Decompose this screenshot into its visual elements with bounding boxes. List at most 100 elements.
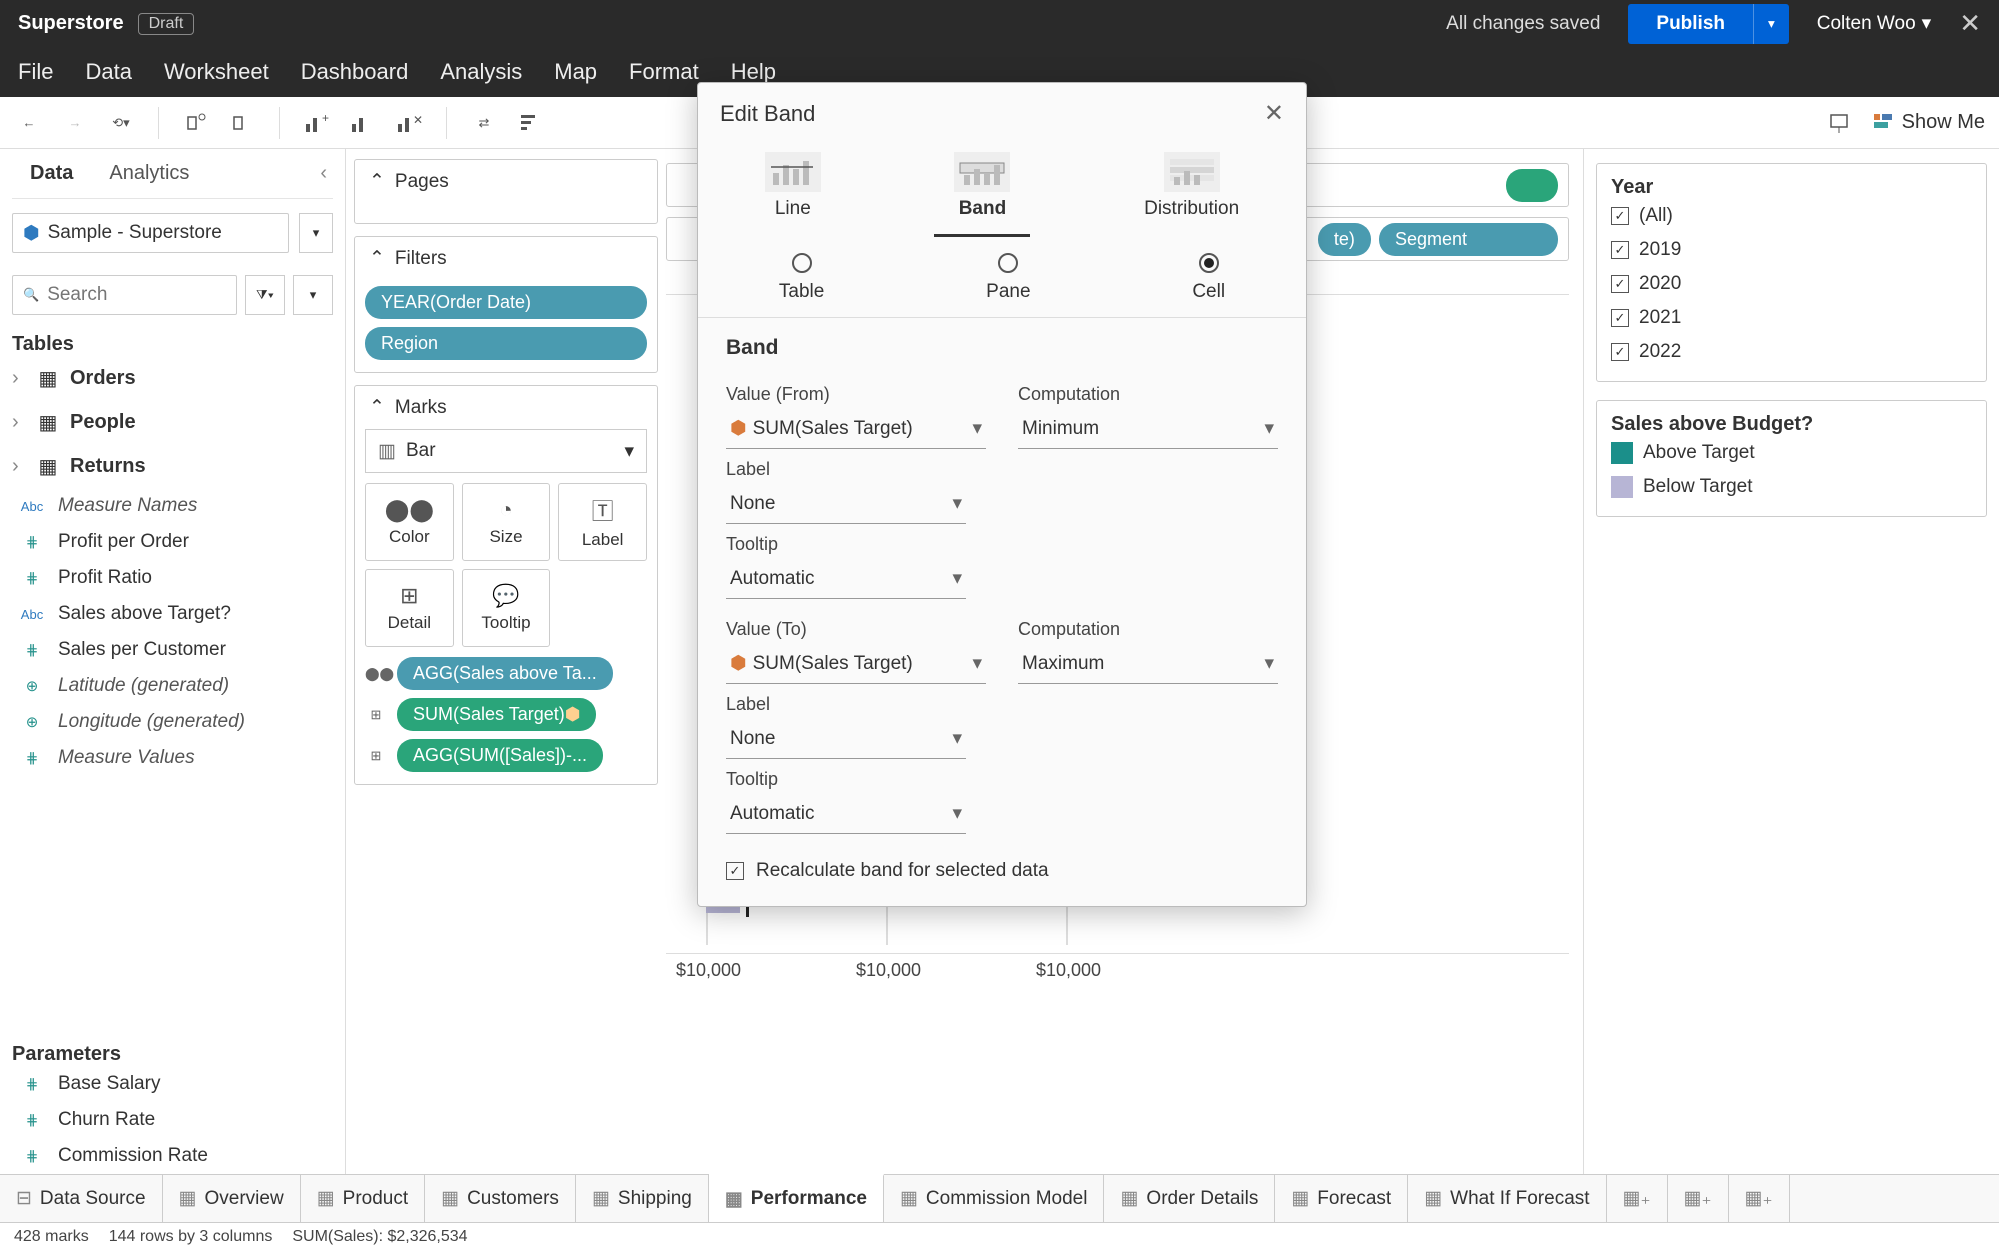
fields-menu-icon[interactable]: ▾ xyxy=(293,275,333,315)
presentation-icon[interactable] xyxy=(1824,108,1854,138)
sheet-tab[interactable]: ▦Commission Model xyxy=(884,1175,1105,1222)
select-computation-from[interactable]: Minimum▾ xyxy=(1018,409,1278,449)
swap-icon[interactable]: ⇄ xyxy=(469,108,499,138)
reftype-line[interactable]: Line xyxy=(745,144,841,237)
forward-icon[interactable]: → xyxy=(60,108,90,138)
back-icon[interactable]: ← xyxy=(14,108,44,138)
color-button[interactable]: ⬤⬤Color xyxy=(365,483,454,561)
filter-fields-icon[interactable]: ⧩▾ xyxy=(245,275,285,315)
scope-cell[interactable]: Cell xyxy=(1192,253,1225,303)
close-icon[interactable]: ✕ xyxy=(1959,8,1981,39)
filters-shelf[interactable]: ⌃Filters YEAR(Order Date)Region xyxy=(354,236,658,373)
menu-map[interactable]: Map xyxy=(554,59,597,85)
year-checkbox[interactable]: ✓2020 xyxy=(1611,267,1972,301)
pages-shelf[interactable]: ⌃Pages xyxy=(354,159,658,224)
sheet-tab[interactable]: ▦Order Details xyxy=(1104,1175,1275,1222)
recalc-checkbox[interactable]: ✓ xyxy=(726,862,744,880)
collapse-sidebar-icon[interactable]: ‹ xyxy=(320,162,333,185)
tooltip-button[interactable]: 💬Tooltip xyxy=(462,569,551,647)
parameter-item[interactable]: ⋕Commission Rate xyxy=(12,1138,333,1174)
sheet-tab[interactable]: ▦Forecast xyxy=(1275,1175,1408,1222)
publish-button[interactable]: Publish xyxy=(1628,4,1753,44)
search-input[interactable] xyxy=(47,284,226,306)
showme-icon[interactable]: Show Me xyxy=(1872,111,1985,134)
dialog-close-icon[interactable]: ✕ xyxy=(1264,99,1284,128)
app-title: Superstore xyxy=(18,12,124,35)
mark-pill[interactable]: AGG(SUM([Sales])-... xyxy=(397,739,603,772)
status-marks: 428 marks xyxy=(14,1228,89,1246)
select-value-from[interactable]: ⬢SUM(Sales Target)▾ xyxy=(726,409,986,449)
mark-pill[interactable]: SUM(Sales Target) ⬢ xyxy=(397,698,596,731)
parameter-item[interactable]: ⋕Base Salary xyxy=(12,1066,333,1102)
select-label-to[interactable]: None▾ xyxy=(726,719,966,759)
datasource-select[interactable]: ⬢ Sample - Superstore xyxy=(12,213,289,253)
mark-pill[interactable]: AGG(Sales above Ta... xyxy=(397,657,613,690)
menu-data[interactable]: Data xyxy=(85,59,131,85)
sheet-tab[interactable]: ▦Product xyxy=(301,1175,425,1222)
field-item[interactable]: ⋕Measure Values xyxy=(12,740,333,776)
select-label-from[interactable]: None▾ xyxy=(726,484,966,524)
select-value-to[interactable]: ⬢SUM(Sales Target)▾ xyxy=(726,644,986,684)
scope-pane[interactable]: Pane xyxy=(986,253,1030,303)
new-worksheet-icon[interactable]: + xyxy=(302,108,332,138)
menu-format[interactable]: Format xyxy=(629,59,699,85)
clear-icon[interactable]: ✕ xyxy=(394,108,424,138)
columns-pill-hidden[interactable] xyxy=(1506,169,1558,202)
field-item[interactable]: ⋕Profit Ratio xyxy=(12,560,333,596)
field-item[interactable]: ⋕Profit per Order xyxy=(12,524,333,560)
sheet-tab[interactable]: ▦Customers xyxy=(425,1175,576,1222)
sheet-tab[interactable]: ▦What If Forecast xyxy=(1408,1175,1606,1222)
publish-dropdown[interactable]: ▾ xyxy=(1753,4,1789,44)
new-datasource-icon[interactable] xyxy=(181,108,211,138)
menu-worksheet[interactable]: Worksheet xyxy=(164,59,269,85)
detail-button[interactable]: ⊞Detail xyxy=(365,569,454,647)
datasource-dropdown[interactable]: ▾ xyxy=(299,213,333,253)
field-item[interactable]: AbcSales above Target? xyxy=(12,596,333,632)
field-item[interactable]: ⊕Latitude (generated) xyxy=(12,668,333,704)
menu-dashboard[interactable]: Dashboard xyxy=(301,59,409,85)
tab-analytics[interactable]: Analytics xyxy=(91,150,207,197)
refresh-icon[interactable] xyxy=(227,108,257,138)
select-computation-to[interactable]: Maximum▾ xyxy=(1018,644,1278,684)
select-tooltip-to[interactable]: Automatic▾ xyxy=(726,794,966,834)
tab-data[interactable]: Data xyxy=(12,150,91,197)
undo-dropdown-icon[interactable]: ⟲▾ xyxy=(106,108,136,138)
sheet-tab[interactable]: ▦Performance xyxy=(709,1174,884,1222)
year-checkbox[interactable]: ✓2021 xyxy=(1611,301,1972,335)
table-returns[interactable]: ›▦Returns xyxy=(12,444,333,488)
scope-table[interactable]: Table xyxy=(779,253,824,303)
new-story-icon[interactable]: ▦₊ xyxy=(1729,1175,1790,1222)
menu-file[interactable]: File xyxy=(18,59,53,85)
table-orders[interactable]: ›▦Orders xyxy=(12,356,333,400)
year-checkbox[interactable]: ✓(All) xyxy=(1611,199,1972,233)
rows-pill-date[interactable]: te) xyxy=(1318,223,1371,256)
duplicate-icon[interactable] xyxy=(348,108,378,138)
user-menu[interactable]: Colten Woo▾ xyxy=(1817,12,1931,35)
label-button[interactable]: 🅃Label xyxy=(558,483,647,561)
field-item[interactable]: ⋕Sales per Customer xyxy=(12,632,333,668)
sheet-icon: ▦ xyxy=(725,1188,743,1211)
sort-icon[interactable] xyxy=(515,108,545,138)
size-button[interactable]: ◔Size xyxy=(462,483,551,561)
field-item[interactable]: ⊕Longitude (generated) xyxy=(12,704,333,740)
new-dashboard-icon[interactable]: ▦₊ xyxy=(1668,1175,1729,1222)
legend-item[interactable]: Above Target xyxy=(1611,436,1972,470)
sheet-tab[interactable]: ▦Overview xyxy=(163,1175,301,1222)
filter-pill[interactable]: YEAR(Order Date) xyxy=(365,286,647,319)
table-people[interactable]: ›▦People xyxy=(12,400,333,444)
mark-type-select[interactable]: ▥Bar▾ xyxy=(365,429,647,473)
select-tooltip-from[interactable]: Automatic▾ xyxy=(726,559,966,599)
filter-pill[interactable]: Region xyxy=(365,327,647,360)
reftype-band[interactable]: Band xyxy=(934,144,1030,237)
year-checkbox[interactable]: ✓2019 xyxy=(1611,233,1972,267)
menu-analysis[interactable]: Analysis xyxy=(440,59,522,85)
sheet-tab[interactable]: ⊟Data Source xyxy=(0,1175,163,1222)
sheet-tab[interactable]: ▦Shipping xyxy=(576,1175,709,1222)
field-item[interactable]: AbcMeasure Names xyxy=(12,488,333,524)
new-sheet-icon[interactable]: ▦₊ xyxy=(1607,1175,1668,1222)
year-checkbox[interactable]: ✓2022 xyxy=(1611,335,1972,369)
reftype-distribution[interactable]: Distribution xyxy=(1124,144,1259,237)
parameter-item[interactable]: ⋕Churn Rate xyxy=(12,1102,333,1138)
legend-item[interactable]: Below Target xyxy=(1611,470,1972,504)
rows-pill-segment[interactable]: Segment xyxy=(1379,223,1558,256)
